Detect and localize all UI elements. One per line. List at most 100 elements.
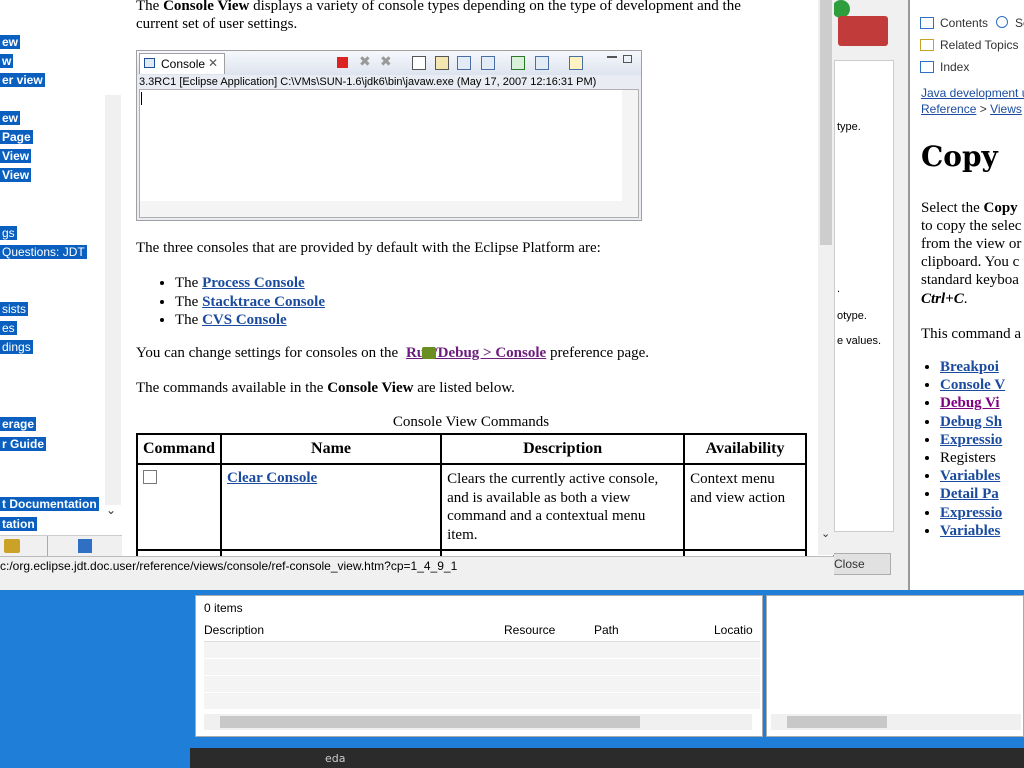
command-description-cell: Clears the currently active console, and… <box>440 463 686 551</box>
related-view-link[interactable]: Expressio <box>940 432 1002 448</box>
related-topics-icon <box>920 39 934 51</box>
related-views-list: Breakpoi Console V Debug Vi Debug Sh Exp… <box>940 358 1005 540</box>
index-icon <box>920 61 934 73</box>
content-vertical-scrollbar[interactable]: ⌄ <box>818 0 834 555</box>
related-view-link[interactable]: Debug Vi <box>940 395 1000 411</box>
related-view-link[interactable]: Detail Pa <box>940 486 999 502</box>
header-command: Command <box>135 433 223 465</box>
column-resource[interactable]: Resource <box>504 623 555 637</box>
toc-item[interactable]: View <box>0 149 32 163</box>
shortcut-text: Ctrl+C <box>921 291 964 307</box>
toc-item[interactable]: t Documentation <box>0 497 99 511</box>
dialog-text: type. <box>837 121 861 133</box>
intro-text: The <box>136 0 164 14</box>
list-item: The CVS Console <box>175 311 325 330</box>
list-item-prefix: The <box>175 293 203 310</box>
list-item: Detail Pa <box>940 485 1005 503</box>
intro-line-1: The Console View displays a variety of c… <box>136 0 741 15</box>
text-cursor <box>141 92 142 105</box>
related-view-text: Registers <box>940 450 996 467</box>
scrollbar-thumb[interactable] <box>820 0 832 245</box>
cvs-console-link[interactable]: CVS Console <box>202 312 287 328</box>
problems-panel: 0 items Description Resource Path Locati… <box>195 595 763 737</box>
toc-item[interactable]: erage <box>0 417 37 431</box>
toc-item[interactable]: sists <box>0 302 28 316</box>
toc-item[interactable]: ew <box>0 35 21 49</box>
related-view-link[interactable]: Expressio <box>940 505 1002 521</box>
process-console-link[interactable]: Process Console <box>202 275 305 291</box>
table-caption: Console View Commands <box>392 414 550 430</box>
applies-text: This command a <box>921 326 1021 342</box>
related-view-link[interactable]: Breakpoi <box>940 359 999 375</box>
table-row <box>204 676 760 693</box>
close-icon: ✕ <box>208 56 219 70</box>
toc-item[interactable]: es <box>0 321 17 335</box>
secondary-bottom-panel <box>766 595 1024 737</box>
breadcrumb-java-development[interactable]: Java development u <box>921 86 1024 100</box>
chevron-down-icon[interactable]: ⌄ <box>821 527 830 540</box>
maximize-icon <box>623 55 632 63</box>
intro-bold: Console View <box>163 0 250 14</box>
close-button[interactable]: Close <box>829 553 891 575</box>
breadcrumb-views[interactable]: Views <box>990 102 1022 116</box>
bookmark-icon[interactable] <box>78 539 92 553</box>
table-header-row: Command Name Description Availability <box>135 433 807 465</box>
taskbar-item[interactable]: eda <box>325 752 346 765</box>
toc-item[interactable]: r Guide <box>0 437 47 451</box>
secondary-horizontal-scrollbar[interactable] <box>771 714 1021 730</box>
status-url: c:/org.eclipse.jdt.doc.user/reference/vi… <box>0 559 458 573</box>
problems-table: Description Resource Path Locatio <box>204 618 760 710</box>
list-item: Console V <box>940 376 1005 394</box>
console-tab: Console ✕ <box>139 53 225 74</box>
header-description: Description <box>440 433 686 465</box>
tab-index[interactable]: Index <box>940 60 969 74</box>
clear-console-icon <box>143 470 157 484</box>
display-console-icon <box>535 56 549 70</box>
column-location[interactable]: Locatio <box>714 623 753 637</box>
stacktrace-console-link[interactable]: Stacktrace Console <box>202 294 325 310</box>
status-bar: c:/org.eclipse.jdt.doc.user/reference/vi… <box>0 556 834 590</box>
toc-item[interactable]: gs <box>0 226 17 240</box>
toc-item[interactable]: tation <box>0 517 37 531</box>
command-name-cell: Clear Console <box>220 463 443 551</box>
tab-contents[interactable]: Contents <box>940 16 988 30</box>
taskbar: eda <box>190 748 1024 768</box>
command-icon-cell <box>135 463 223 551</box>
toc-item[interactable]: Questions: JDT <box>0 245 87 259</box>
preferences-icon <box>422 347 436 359</box>
link-with-contents-icon[interactable] <box>4 539 20 553</box>
related-view-link[interactable]: Debug Sh <box>940 414 1002 430</box>
console-view-screenshot: Console ✕ ✖ ✖ 3.3RC1 [Eclipse Applicatio… <box>136 50 642 221</box>
column-description[interactable]: Description <box>204 623 264 637</box>
toc-item[interactable]: View <box>0 168 32 182</box>
list-item-prefix: The <box>175 312 203 328</box>
related-view-link[interactable]: Console V <box>940 377 1005 393</box>
dialog-text: e values. <box>837 335 882 347</box>
paragraph-line: clipboard. You c <box>921 254 1020 270</box>
breadcrumb-reference[interactable]: Reference <box>921 102 976 116</box>
console-process-path: 3.3RC1 [Eclipse Application] C:\VMs\SUN-… <box>139 76 597 88</box>
list-item: Variables <box>940 522 1005 540</box>
toc-item[interactable]: w <box>0 54 14 68</box>
toc-item[interactable]: Page <box>0 130 33 144</box>
problems-horizontal-scrollbar[interactable] <box>204 714 752 730</box>
toc-item[interactable]: er view <box>0 73 45 87</box>
list-item: The Process Console <box>175 274 325 293</box>
clear-console-icon <box>412 56 426 70</box>
related-view-link[interactable]: Variables <box>940 468 1000 484</box>
toc-vertical-scrollbar[interactable]: ⌄ <box>105 95 121 517</box>
list-item: Debug Sh <box>940 413 1005 431</box>
column-path[interactable]: Path <box>594 623 619 637</box>
open-console-icon <box>569 56 583 70</box>
console-icon <box>144 58 155 68</box>
related-view-link[interactable]: Variables <box>940 523 1000 539</box>
clear-console-link[interactable]: Clear Console <box>227 470 317 486</box>
header-availability: Availability <box>683 433 807 465</box>
tab-related-topics[interactable]: Related Topics <box>940 38 1019 52</box>
toc-item[interactable]: ew <box>0 111 21 125</box>
chevron-down-icon[interactable]: ⌄ <box>106 503 116 517</box>
toc-item[interactable]: dings <box>0 340 33 354</box>
console-toolbar: Console ✕ ✖ ✖ <box>137 51 641 75</box>
show-on-error-icon <box>481 56 495 70</box>
tab-search[interactable]: Se <box>1015 16 1024 30</box>
